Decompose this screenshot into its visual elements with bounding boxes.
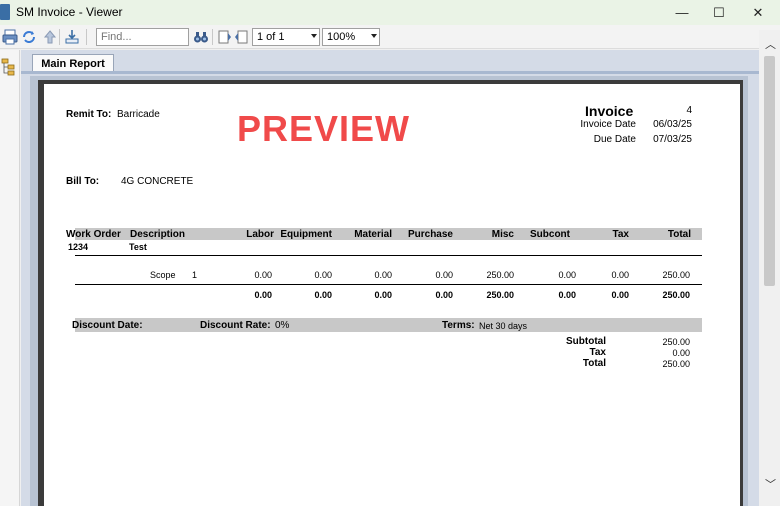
scroll-up-icon[interactable]: ︿ <box>765 36 776 52</box>
group-tree-strip <box>0 50 20 506</box>
line-material: 0.00 <box>374 270 392 280</box>
line-tax: 0.00 <box>611 270 629 280</box>
total-material: 0.00 <box>374 290 392 300</box>
zoom-level: 100% <box>327 31 356 43</box>
window-title: SM Invoice - Viewer <box>16 5 123 19</box>
col-purchase: Purchase <box>407 229 453 240</box>
col-misc: Misc <box>491 229 514 240</box>
subtotal-rule <box>75 284 702 285</box>
bill-to-label: Bill To: <box>66 176 100 187</box>
work-order-description: Test <box>129 242 147 252</box>
invoice-date-value: 06/03/25 <box>653 119 692 130</box>
line-name: Scope <box>150 270 176 280</box>
zoom-selector[interactable]: 100% <box>322 28 380 46</box>
toolbar-separator <box>86 29 87 45</box>
line-total: 250.00 <box>662 270 690 280</box>
line-labor: 0.00 <box>254 270 272 280</box>
close-button[interactable]: ✕ <box>740 0 776 25</box>
col-material: Material <box>354 229 392 240</box>
total-subcont: 0.00 <box>558 290 576 300</box>
col-tax: Tax <box>612 229 630 240</box>
line-purchase: 0.00 <box>435 270 453 280</box>
line-equipment: 0.00 <box>314 270 332 280</box>
invoice-date-label: Invoice Date <box>580 119 636 130</box>
terms-band <box>75 318 702 332</box>
report-page: Remit To: Barricade PREVIEW Invoice 4 In… <box>44 84 740 506</box>
discount-rate-value: 0% <box>275 320 290 331</box>
chevron-down-icon[interactable] <box>311 34 317 38</box>
total-equipment: 0.00 <box>314 290 332 300</box>
discount-rate-label: Discount Rate: <box>200 320 271 331</box>
discount-date-label: Discount Date: <box>72 320 143 331</box>
col-work-order: Work Order <box>66 229 121 240</box>
chevron-down-icon[interactable] <box>371 34 377 38</box>
minimize-button[interactable]: — <box>664 0 700 25</box>
find-input[interactable] <box>96 28 189 46</box>
subtotal-value: 250.00 <box>662 337 690 347</box>
remit-to-value: Barricade <box>117 109 160 120</box>
col-subcont: Subcont <box>530 229 570 240</box>
total-labor: 0.00 <box>254 290 272 300</box>
terms-value: Net 30 days <box>479 321 528 331</box>
scrollbar-thumb[interactable] <box>764 56 775 286</box>
binoculars-icon[interactable] <box>193 29 209 45</box>
page-frame: Remit To: Barricade PREVIEW Invoice 4 In… <box>30 76 748 506</box>
previous-page-icon[interactable] <box>234 29 250 45</box>
line-qty: 1 <box>192 270 198 280</box>
total-total: 250.00 <box>662 290 690 300</box>
tax-label: Tax <box>589 347 607 358</box>
title-bar: SM Invoice - Viewer — ☐ ✕ <box>0 0 780 25</box>
print-icon[interactable] <box>2 29 18 45</box>
preview-watermark: PREVIEW <box>237 108 411 149</box>
up-arrow-icon[interactable] <box>42 29 58 45</box>
invoice-number: 4 <box>686 105 692 116</box>
tab-strip-line <box>21 71 759 74</box>
group-tree-icon[interactable] <box>1 58 15 76</box>
refresh-icon[interactable] <box>21 29 37 45</box>
col-description: Description <box>130 229 186 240</box>
terms-label: Terms: <box>442 320 475 331</box>
remit-to-label: Remit To: <box>66 109 112 120</box>
header-rule <box>75 255 702 256</box>
bill-to-value: 4G CONCRETE <box>121 176 194 187</box>
work-order-number: 1234 <box>68 242 89 252</box>
total-tax: 0.00 <box>611 290 629 300</box>
total-label: Total <box>582 358 606 369</box>
due-date-value: 07/03/25 <box>653 134 692 145</box>
page-indicator: 1 of 1 <box>257 31 285 43</box>
vertical-scrollbar[interactable]: ︿ ﹀ <box>759 30 780 506</box>
tax-value: 0.00 <box>672 348 690 358</box>
first-page-icon[interactable] <box>216 29 232 45</box>
col-labor: Labor <box>246 229 274 240</box>
page-selector[interactable]: 1 of 1 <box>252 28 320 46</box>
total-purchase: 0.00 <box>435 290 453 300</box>
total-misc: 250.00 <box>486 290 514 300</box>
due-date-label: Due Date <box>593 134 636 145</box>
toolbar-separator <box>59 29 60 45</box>
scroll-down-icon[interactable]: ﹀ <box>765 476 776 492</box>
subtotal-label: Subtotal <box>566 336 606 347</box>
invoice-title: Invoice <box>585 103 634 119</box>
maximize-button[interactable]: ☐ <box>701 0 737 25</box>
toolbar-separator <box>212 29 213 45</box>
app-icon <box>0 4 10 20</box>
report-viewport: Main Report Remit To: Barricade PREVIEW … <box>21 50 759 506</box>
viewer-toolbar: 1 of 1 100% <box>0 25 780 49</box>
col-total: Total <box>667 229 691 240</box>
export-icon[interactable] <box>64 29 80 45</box>
tab-main-report[interactable]: Main Report <box>32 54 114 72</box>
line-subcont: 0.00 <box>558 270 576 280</box>
total-value: 250.00 <box>662 359 690 369</box>
line-misc: 250.00 <box>486 270 514 280</box>
col-equipment: Equipment <box>280 229 332 240</box>
